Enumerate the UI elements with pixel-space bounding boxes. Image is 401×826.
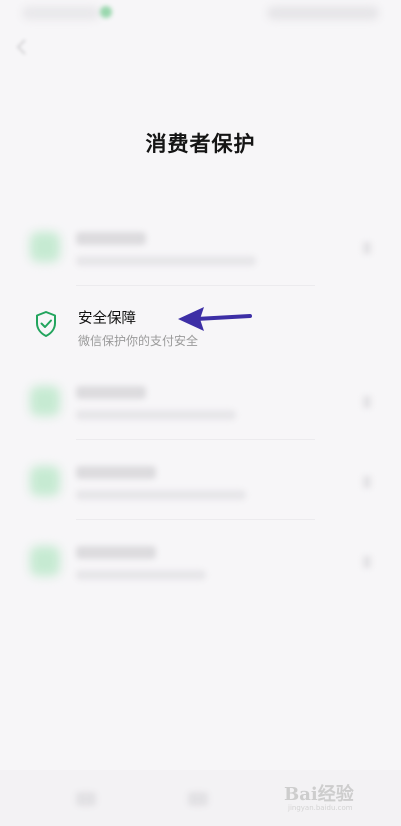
blurred-item-title <box>76 232 146 245</box>
shield-check-icon <box>36 311 56 337</box>
list-item-security[interactable]: 安全保障 微信保护你的支付安全 <box>16 286 385 360</box>
chevron-right-icon <box>363 476 371 488</box>
blurred-item-title <box>76 466 156 479</box>
blurred-item-subtitle <box>76 570 206 580</box>
chevron-right-icon <box>363 396 371 408</box>
back-button[interactable] <box>10 34 36 60</box>
blurred-item-icon <box>30 386 60 416</box>
blurred-item-subtitle <box>76 256 256 266</box>
list-item[interactable] <box>16 360 385 440</box>
status-bar-right-blurred <box>267 6 379 20</box>
watermark-url: jingyan.baidu.com <box>288 804 353 812</box>
chevron-right-icon <box>363 556 371 568</box>
watermark: Bai经验 jingyan.baidu.com <box>284 774 384 814</box>
blurred-item-subtitle <box>76 410 236 420</box>
blurred-item-icon <box>30 466 60 496</box>
blurred-item-icon <box>30 546 60 576</box>
list-item[interactable] <box>16 520 385 600</box>
bottom-nav-item[interactable] <box>188 792 208 806</box>
list-item-title: 安全保障 <box>78 311 136 327</box>
left-arrow-icon <box>178 307 252 331</box>
watermark-logo: Bai经验 <box>284 784 354 805</box>
status-indicator-dot <box>100 6 112 18</box>
blurred-item-title <box>76 546 156 559</box>
bottom-nav-item[interactable] <box>76 792 96 806</box>
list-item[interactable] <box>16 440 385 520</box>
status-bar-left-blurred <box>22 6 100 20</box>
options-list: 安全保障 微信保护你的支付安全 <box>16 206 385 600</box>
chevron-right-icon <box>363 242 371 254</box>
blurred-item-icon <box>30 232 60 262</box>
back-arrow-icon <box>16 39 26 55</box>
blurred-item-subtitle <box>76 490 246 500</box>
status-bar <box>0 0 401 28</box>
page-title: 消费者保护 <box>145 132 256 156</box>
list-item[interactable] <box>16 206 385 286</box>
list-item-subtitle: 微信保护你的支付安全 <box>78 334 199 348</box>
blurred-item-title <box>76 386 146 399</box>
